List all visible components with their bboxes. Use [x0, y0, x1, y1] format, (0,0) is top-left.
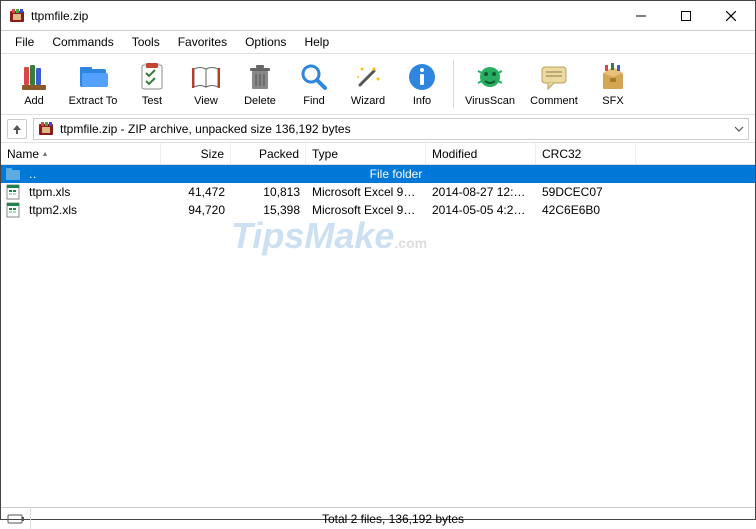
path-box[interactable]: ttpmfile.zip - ZIP archive, unpacked siz… [33, 118, 749, 140]
app-icon [9, 8, 25, 24]
file-name: ttpm2.xls [23, 203, 161, 217]
chevron-down-icon[interactable] [734, 124, 744, 134]
navbar: ttpmfile.zip - ZIP archive, unpacked siz… [1, 115, 755, 143]
titlebar: ttpmfile.zip [1, 1, 755, 31]
checklist-icon [136, 61, 168, 93]
menu-options[interactable]: Options [237, 33, 294, 51]
minimize-button[interactable] [618, 2, 663, 30]
close-button[interactable] [708, 2, 753, 30]
up-button[interactable] [7, 119, 27, 139]
find-button[interactable]: Find [287, 56, 341, 112]
header-type[interactable]: Type [306, 143, 426, 164]
toolbar: Add Extract To Test View Delete Find Wiz… [1, 53, 755, 115]
comment-button[interactable]: Comment [522, 56, 586, 112]
extract-button[interactable]: Extract To [61, 56, 125, 112]
wizard-label: Wizard [351, 95, 385, 107]
search-icon [298, 61, 330, 93]
file-size: 94,720 [161, 203, 231, 217]
virusscan-label: VirusScan [465, 95, 515, 107]
trash-icon [244, 61, 276, 93]
file-crc: 59DCEC07 [536, 185, 636, 199]
header-size[interactable]: Size [161, 143, 231, 164]
status-icon [1, 508, 31, 529]
watermark: TipsMake.com [231, 215, 427, 257]
wand-icon [352, 61, 384, 93]
header-name[interactable]: Name▴ [1, 143, 161, 164]
toolbar-separator [453, 60, 454, 108]
menubar: File Commands Tools Favorites Options He… [1, 31, 755, 53]
column-headers: Name▴ Size Packed Type Modified CRC32 [1, 143, 755, 165]
find-label: Find [303, 95, 324, 107]
file-list[interactable]: .. File folder ttpm.xls 41,472 10,813 Mi… [1, 165, 755, 507]
file-type: Microsoft Excel 97… [306, 185, 426, 199]
parent-type: File folder [37, 167, 755, 181]
menu-file[interactable]: File [7, 33, 42, 51]
file-type: Microsoft Excel 97… [306, 203, 426, 217]
sfx-label: SFX [602, 95, 623, 107]
maximize-button[interactable] [663, 2, 708, 30]
up-arrow-icon [11, 123, 23, 135]
file-modified: 2014-08-27 12:… [426, 185, 536, 199]
view-label: View [194, 95, 218, 107]
extract-label: Extract To [69, 95, 118, 107]
file-packed: 15,398 [231, 203, 306, 217]
info-label: Info [413, 95, 431, 107]
header-crc[interactable]: CRC32 [536, 143, 636, 164]
parent-name: .. [23, 167, 37, 181]
xls-icon [5, 202, 21, 218]
header-packed[interactable]: Packed [231, 143, 306, 164]
file-name: ttpm.xls [23, 185, 161, 199]
menu-commands[interactable]: Commands [44, 33, 121, 51]
menu-help[interactable]: Help [296, 33, 337, 51]
sort-indicator-icon: ▴ [43, 149, 47, 158]
delete-label: Delete [244, 95, 276, 107]
window-title: ttpmfile.zip [31, 9, 618, 23]
add-button[interactable]: Add [7, 56, 61, 112]
info-icon [406, 61, 438, 93]
statusbar: Total 2 files, 136,192 bytes [1, 507, 755, 529]
parent-folder-row[interactable]: .. File folder [1, 165, 755, 183]
virus-icon [474, 61, 506, 93]
box-icon [597, 61, 629, 93]
file-size: 41,472 [161, 185, 231, 199]
file-packed: 10,813 [231, 185, 306, 199]
view-button[interactable]: View [179, 56, 233, 112]
folder-up-icon [5, 166, 21, 182]
menu-favorites[interactable]: Favorites [170, 33, 235, 51]
path-text: ttpmfile.zip - ZIP archive, unpacked siz… [60, 122, 351, 136]
book-open-icon [190, 61, 222, 93]
virusscan-button[interactable]: VirusScan [458, 56, 522, 112]
menu-tools[interactable]: Tools [124, 33, 168, 51]
file-modified: 2014-05-05 4:2… [426, 203, 536, 217]
folder-open-icon [77, 61, 109, 93]
sfx-button[interactable]: SFX [586, 56, 640, 112]
add-label: Add [24, 95, 44, 107]
comment-icon [538, 61, 570, 93]
file-row[interactable]: ttpm2.xls 94,720 15,398 Microsoft Excel … [1, 201, 755, 219]
test-label: Test [142, 95, 162, 107]
comment-label: Comment [530, 95, 578, 107]
books-icon [18, 61, 50, 93]
status-text: Total 2 files, 136,192 bytes [31, 512, 755, 526]
file-row[interactable]: ttpm.xls 41,472 10,813 Microsoft Excel 9… [1, 183, 755, 201]
test-button[interactable]: Test [125, 56, 179, 112]
xls-icon [5, 184, 21, 200]
wizard-button[interactable]: Wizard [341, 56, 395, 112]
delete-button[interactable]: Delete [233, 56, 287, 112]
archive-icon [38, 121, 54, 137]
info-button[interactable]: Info [395, 56, 449, 112]
header-modified[interactable]: Modified [426, 143, 536, 164]
file-crc: 42C6E6B0 [536, 203, 636, 217]
